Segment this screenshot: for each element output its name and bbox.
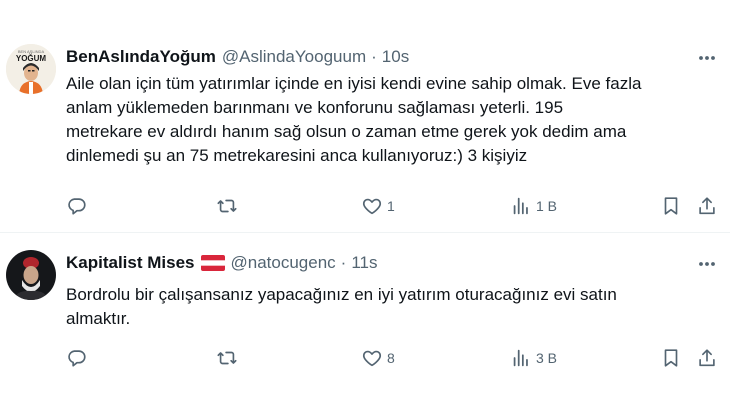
tweet-header: Kapitalist Mises @natocugenc · 11s (66, 252, 378, 274)
like-button[interactable]: 8 (361, 344, 395, 372)
views-icon (513, 349, 528, 367)
bookmark-button[interactable] (660, 344, 682, 372)
views-count: 3 B (536, 350, 558, 366)
like-count: 8 (387, 350, 395, 366)
bookmark-icon (664, 349, 678, 367)
separator-dot: · (340, 253, 347, 272)
timestamp[interactable]: 11s (351, 253, 377, 273)
austria-flag-icon (200, 255, 225, 271)
reply-icon (68, 350, 86, 367)
more-icon[interactable] (696, 253, 718, 275)
avatar[interactable] (6, 250, 56, 300)
views-button[interactable]: 3 B (510, 344, 557, 372)
share-button[interactable] (696, 344, 718, 372)
tweet-text-line: Bordrolu bir çalışansanız yapacağınız en… (66, 285, 617, 304)
tweet[interactable]: Kapitalist Mises @natocugenc · 11s Bordr… (0, 0, 730, 420)
avatar-image (6, 250, 56, 300)
retweet-button[interactable] (216, 344, 242, 372)
retweet-icon (217, 351, 237, 365)
user-handle[interactable]: @natocugenc (231, 253, 336, 273)
share-icon (699, 349, 715, 367)
like-icon (362, 350, 382, 367)
display-name[interactable]: Kapitalist Mises (66, 253, 195, 273)
reply-button[interactable] (66, 344, 92, 372)
tweet-text-line: almaktır. (66, 309, 131, 328)
action-bar: 8 3 B (62, 344, 722, 372)
tweet-text: Bordrolu bir çalışansanız yapacağınız en… (66, 283, 722, 331)
